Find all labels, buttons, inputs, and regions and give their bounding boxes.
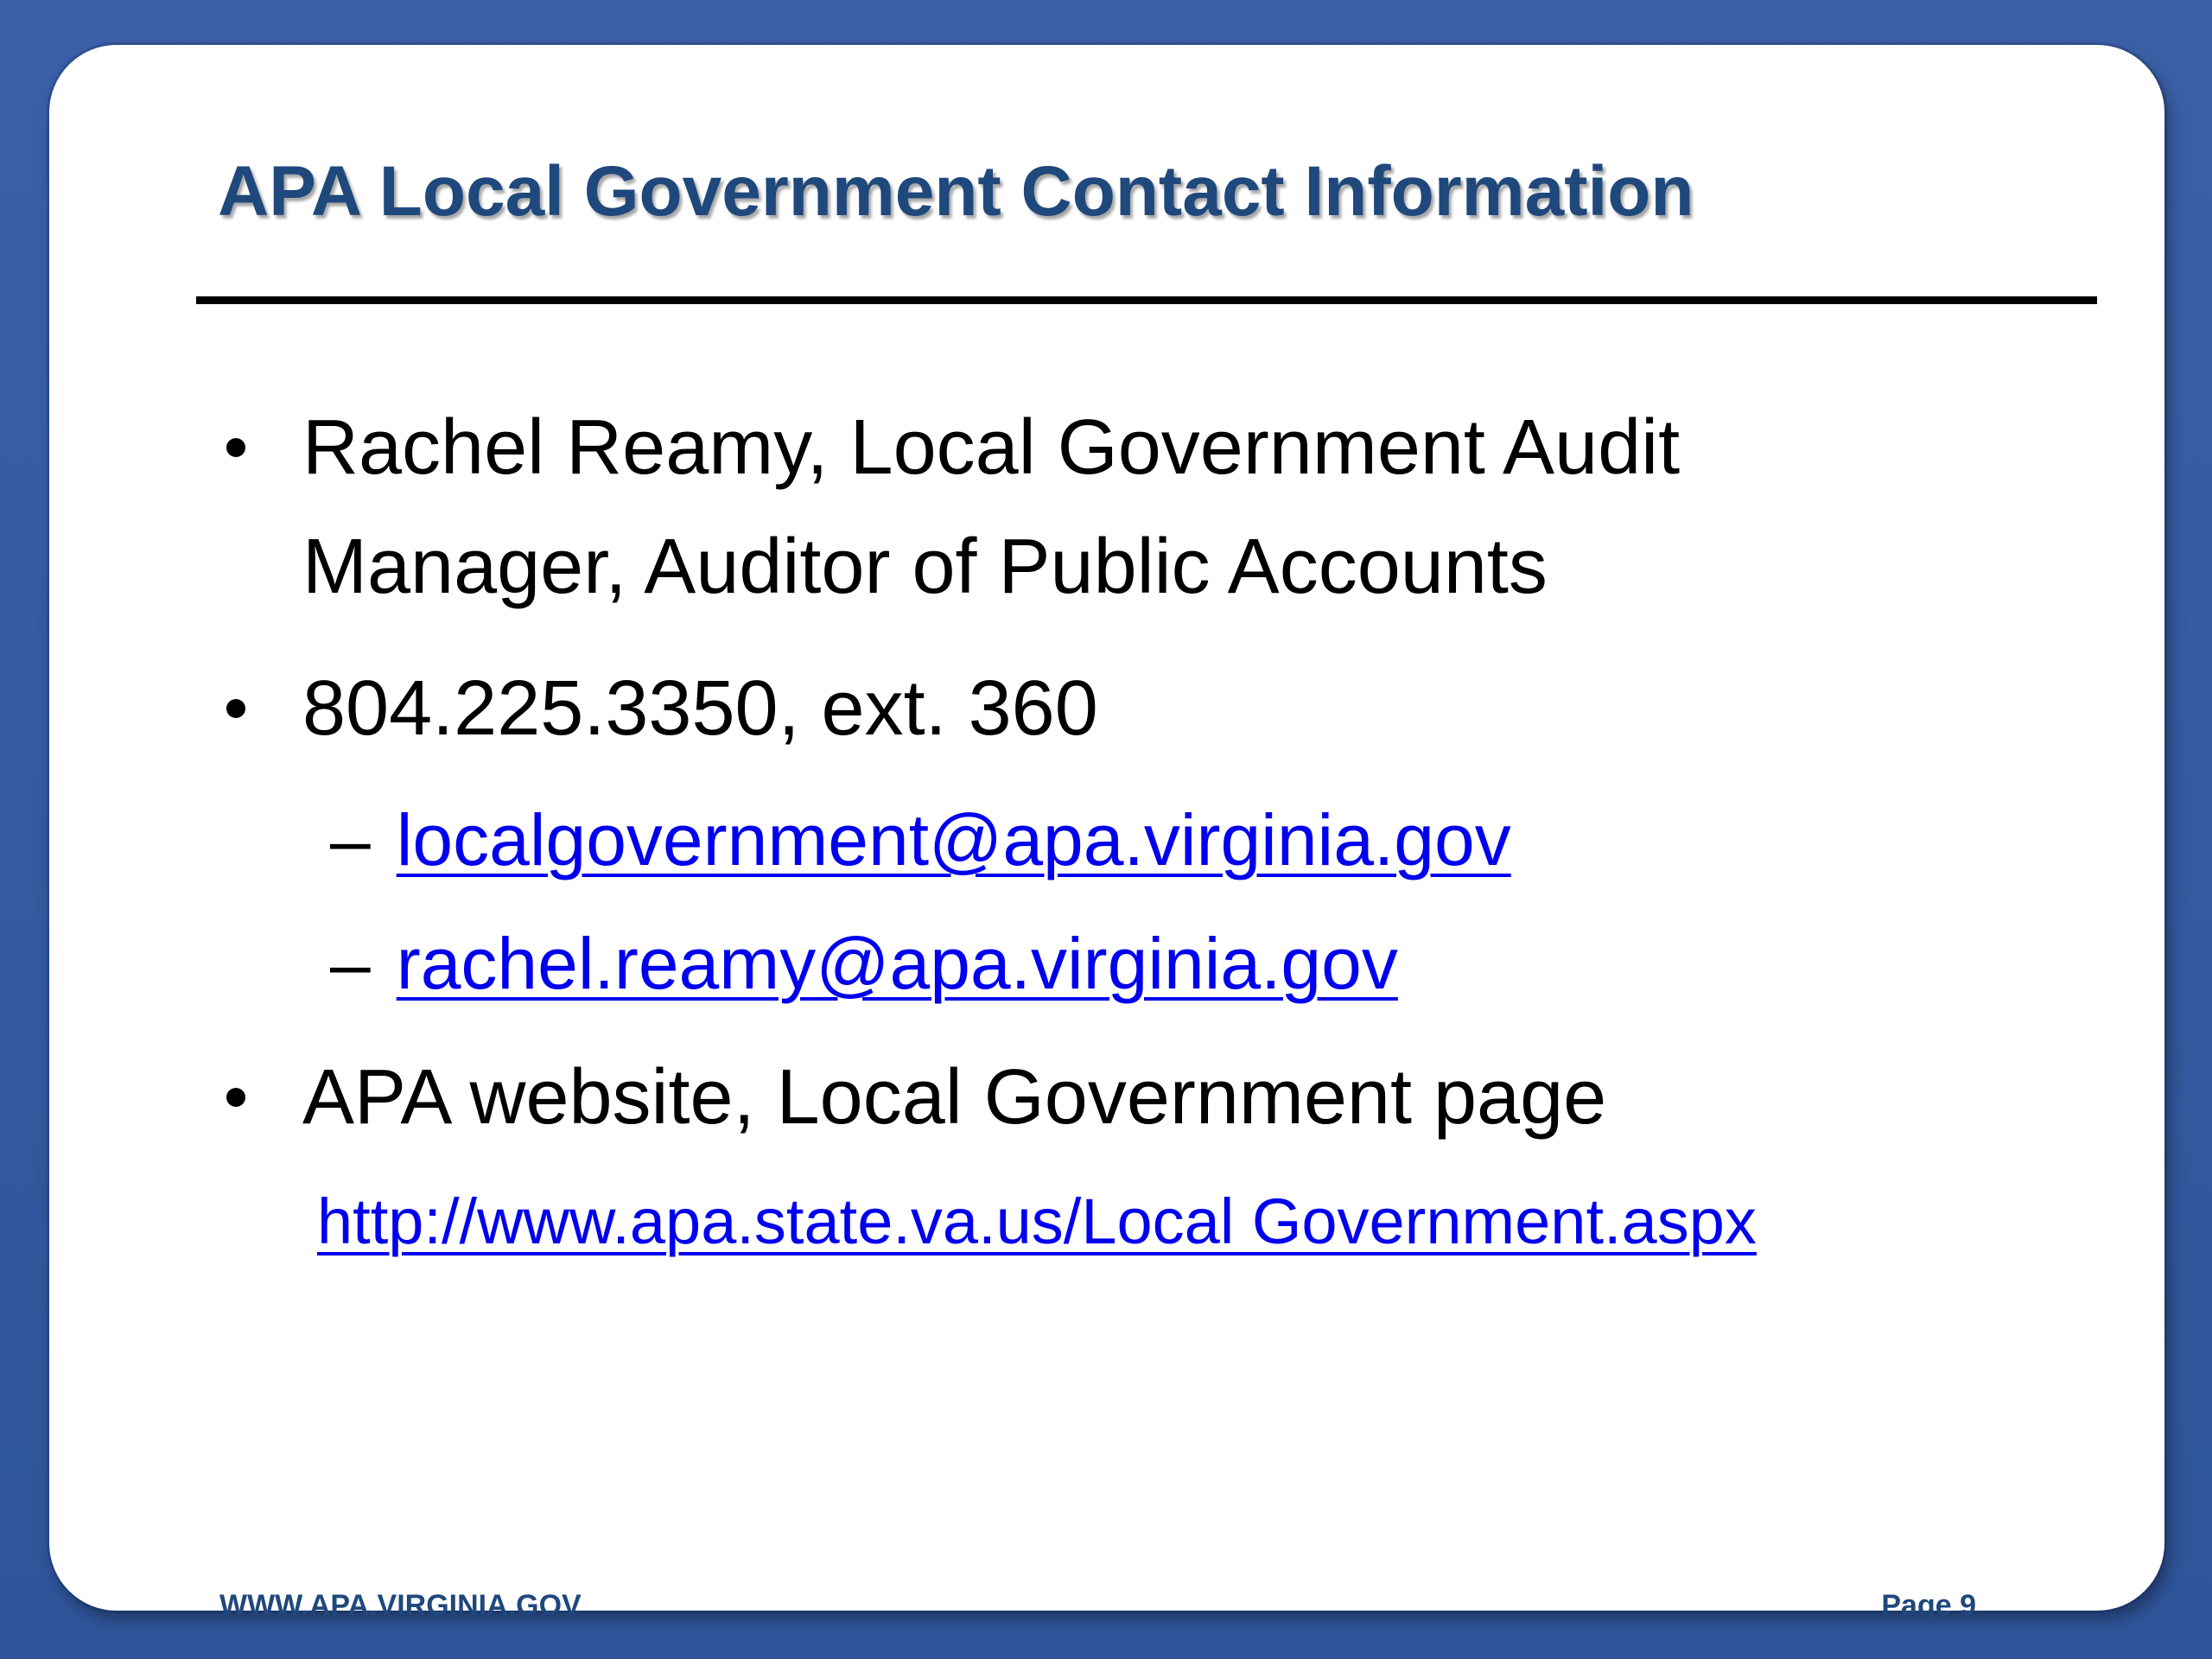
website-url-link[interactable]: http://www.apa.state.va.us/Local Governm… [317,1185,1757,1257]
title-divider [196,296,2097,304]
bullet-line: Manager, Auditor of Public Accounts [302,524,1548,610]
bullet-dot-icon [226,438,245,457]
sub-item-email-rachel: – rachel.reamy@apa.virginia.gov [330,920,1398,1007]
dash-icon: – [330,799,371,880]
dash-icon: – [330,923,371,1004]
bullet-line: APA website, Local Government page [302,1054,1607,1141]
footer-website: WWW.APA.VIRGINIA.GOV [219,1589,582,1622]
bullet-line: Rachel Reamy, Local Government Audit [302,404,1681,491]
website-url-row: http://www.apa.state.va.us/Local Governm… [317,1179,1757,1265]
slide-title: APA Local Government Contact Information [218,152,1694,231]
sub-item-email-general: – localgovernment@apa.virginia.gov [330,797,1511,883]
bullet-line: 804.225.3350, ext. 360 [302,665,1098,752]
slide-frame: APA Local Government Contact Information… [0,0,2212,1659]
slide-canvas: APA Local Government Contact Information… [49,45,2164,1622]
bullet-dot-icon [226,1088,245,1107]
email-link-rachel[interactable]: rachel.reamy@apa.virginia.gov [397,923,1398,1004]
email-link-localgovernment[interactable]: localgovernment@apa.virginia.gov [397,799,1511,880]
footer-page-number: Page 9 [1881,1589,1976,1622]
bullet-dot-icon [226,699,245,718]
